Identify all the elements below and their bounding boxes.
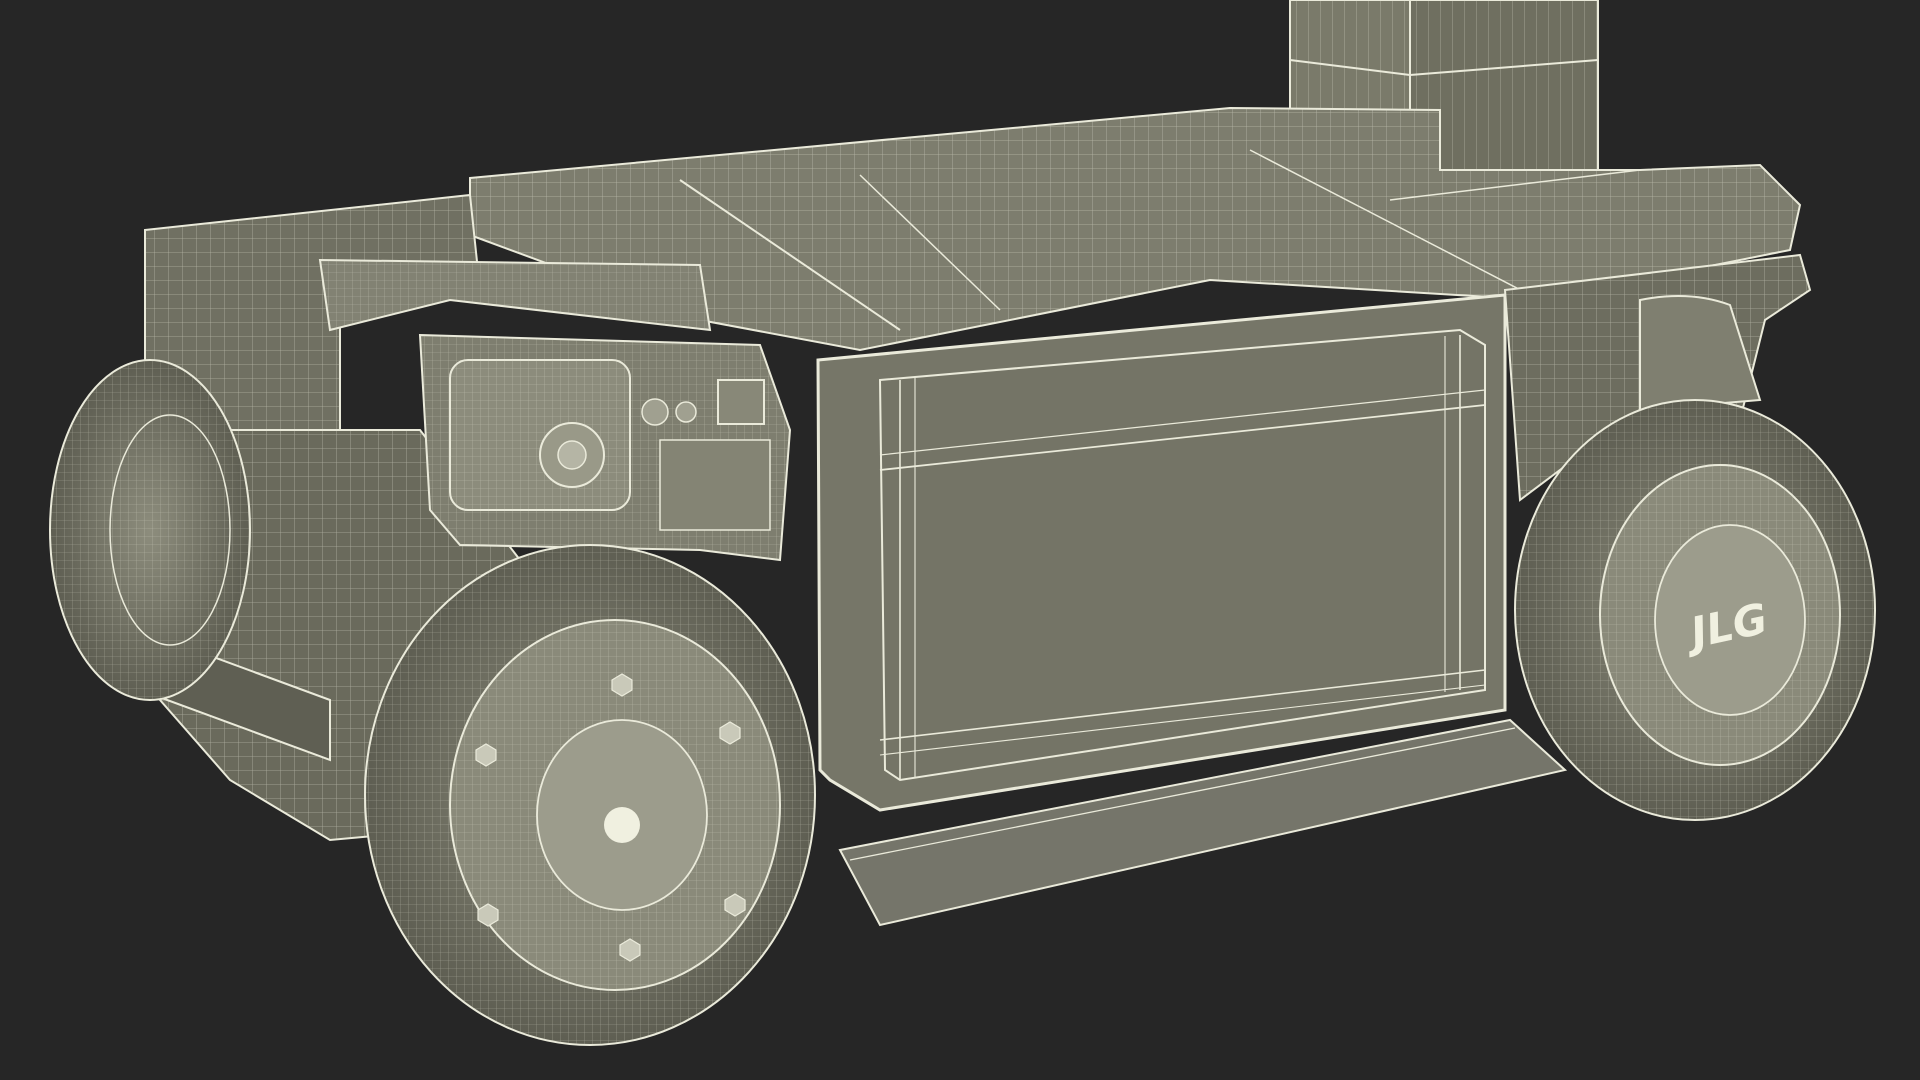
wireframe-render: JLG [49, 0, 1876, 1046]
rear-left-wheel [49, 359, 251, 701]
front-cover-panel [816, 293, 1507, 812]
front-right-wheel: JLG [1514, 399, 1876, 821]
control-box [418, 333, 792, 562]
front-left-wheel [364, 544, 816, 1046]
